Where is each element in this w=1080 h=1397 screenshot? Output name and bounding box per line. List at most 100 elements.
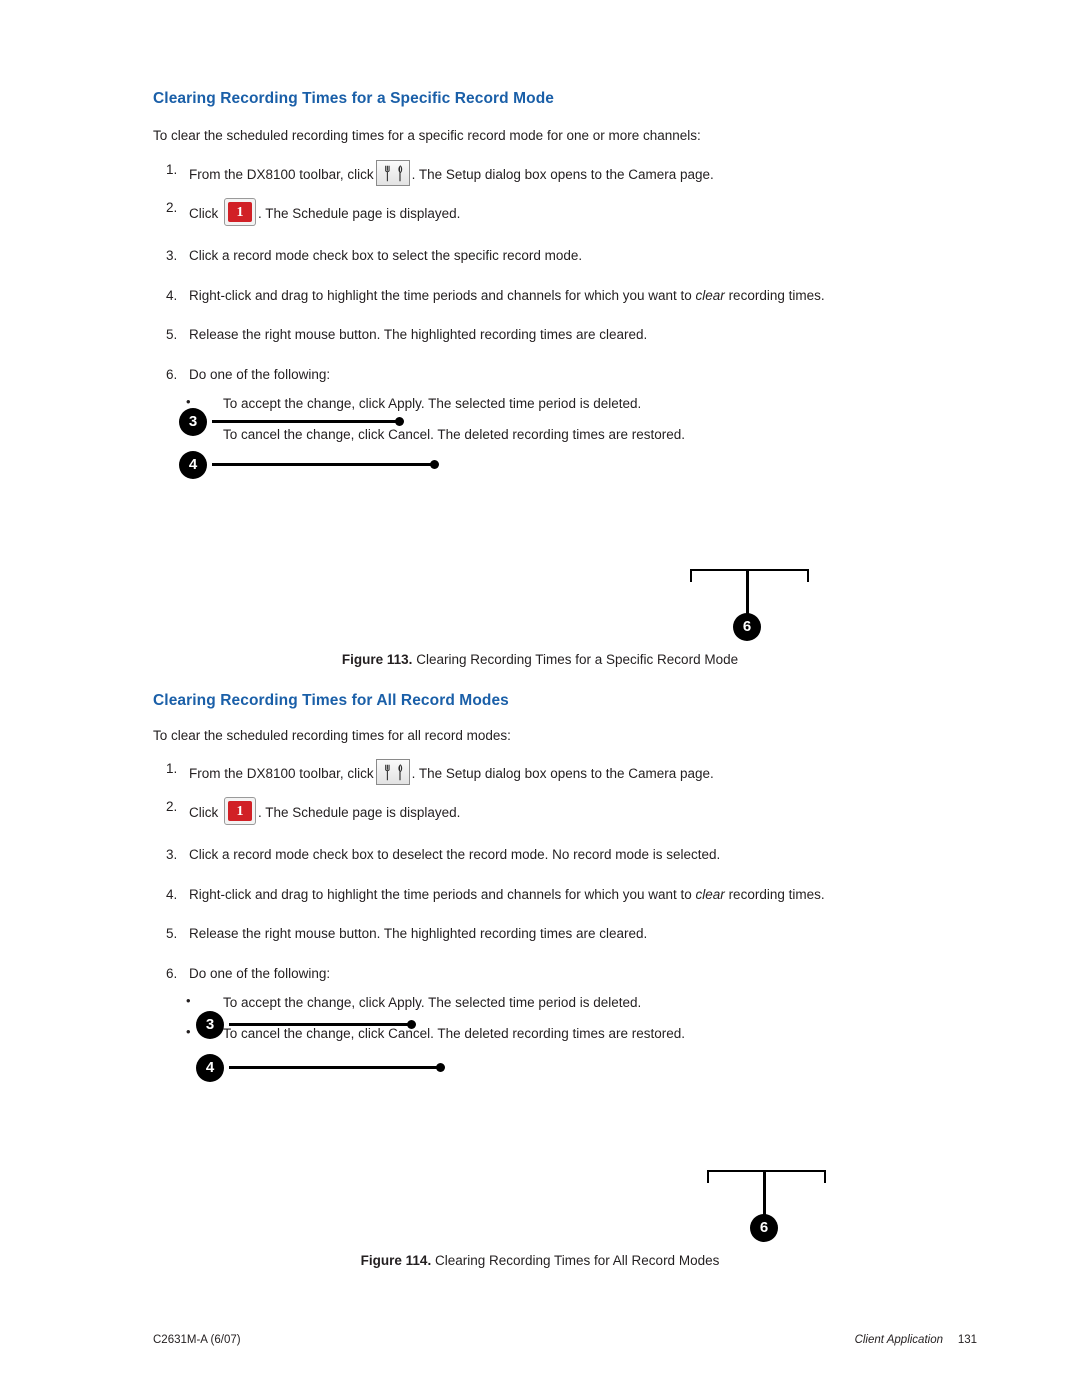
step-item: 5. Release the right mouse button. The h… — [153, 924, 943, 944]
callout-6-fig113: 6 — [733, 613, 761, 641]
section-2-steps: 1. From the DX8100 toolbar, click . The S… — [153, 759, 943, 1054]
leader-line-3-fig113 — [212, 420, 402, 423]
intro-text-1: To clear the scheduled recording times f… — [153, 128, 701, 143]
step-item: 6. Do one of the following: — [153, 365, 943, 385]
step-number: 3. — [166, 847, 178, 862]
step-text: Click — [189, 805, 219, 820]
callout-4-fig114: 4 — [196, 1054, 224, 1082]
step-number: 2. — [166, 799, 178, 814]
bracket-stem-6-fig113 — [746, 571, 749, 616]
step-text-post: . The Schedule page is displayed. — [258, 805, 461, 820]
leader-line-4-fig113 — [212, 463, 437, 466]
figure-caption-text-113: Clearing Recording Times for a Specific … — [416, 652, 739, 667]
leader-dot-4-fig113 — [430, 460, 439, 469]
sub-list-item: • To accept the change, click Apply. The… — [153, 993, 943, 1013]
step-item: 2. Click 1 . The Schedule page is display… — [153, 198, 943, 226]
figure-caption-text-114: Clearing Recording Times for All Record … — [434, 1253, 720, 1268]
step-text-emphasis: clear — [695, 886, 725, 902]
step-number: 6. — [166, 366, 178, 382]
section-2: Clearing Recording Times for All Record … — [153, 692, 943, 710]
sub-list-item: • To accept the change, click Apply. The… — [153, 394, 943, 414]
leader-line-4-fig114 — [229, 1066, 443, 1069]
step-item: 3. Click a record mode check box to dese… — [153, 845, 943, 865]
figure-caption-114: Figure 114. Clearing Recording Times for… — [0, 1253, 1080, 1268]
step-list-2: 1. From the DX8100 toolbar, click . The S… — [153, 759, 943, 983]
fork-glyph — [384, 764, 390, 781]
step-text: From the DX8100 toolbar, click — [189, 766, 374, 781]
section-1: Clearing Recording Times for a Specific … — [153, 90, 943, 108]
schedule-icon[interactable]: 1 — [224, 198, 257, 226]
step-number: 6. — [166, 965, 178, 981]
step-text: From the DX8100 toolbar, click — [189, 167, 374, 182]
callout-6-fig114: 6 — [750, 1214, 778, 1242]
toolbar-icon[interactable] — [375, 759, 410, 785]
step-number: 5. — [166, 926, 178, 942]
step-item: 2. Click 1 . The Schedule page is display… — [153, 797, 943, 825]
step-text: Click a record mode check box to deselec… — [189, 847, 721, 862]
page-title-2: Clearing Recording Times for All Record … — [153, 692, 509, 709]
document-page: Clearing Recording Times for a Specific … — [0, 0, 1080, 1397]
step-text: Click a record mode check box to select … — [189, 248, 583, 263]
figure-label-113: Figure 113. — [341, 652, 413, 667]
section-1-steps: 1. From the DX8100 toolbar, click . The S… — [153, 160, 943, 455]
step-text: Click — [189, 206, 219, 221]
step-text: Right-click and drag to highlight the ti… — [189, 886, 696, 902]
knife-glyph — [398, 764, 402, 781]
section-1-intro-wrap: To clear the scheduled recording times f… — [153, 128, 943, 143]
sub-list-item: • To cancel the change, click Cancel. Th… — [153, 1024, 943, 1044]
step-item: 1. From the DX8100 toolbar, click . The S… — [153, 160, 943, 186]
knife-glyph — [398, 165, 402, 182]
bullet-glyph: • — [186, 1023, 191, 1039]
step-number: 2. — [166, 200, 178, 215]
step-text-post: recording times. — [724, 886, 825, 902]
leader-line-3-fig114 — [229, 1023, 414, 1026]
step-text-post: . The Schedule page is displayed. — [258, 206, 461, 221]
step-item: 5. Release the right mouse button. The h… — [153, 325, 943, 345]
step-text-emphasis: clear — [695, 287, 725, 303]
step-number: 1. — [166, 761, 178, 776]
step-text-post: . The Setup dialog box opens to the Came… — [411, 167, 714, 182]
sub-list-text: To cancel the change, click Cancel. The … — [223, 1025, 685, 1041]
sub-list-2: • To accept the change, click Apply. The… — [153, 993, 943, 1043]
step-item: 4. Right-click and drag to highlight the… — [153, 286, 943, 306]
sub-list-text: To cancel the change, click Cancel. The … — [223, 426, 685, 442]
step-text-post: . The Setup dialog box opens to the Came… — [411, 766, 714, 781]
step-item: 3. Click a record mode check box to sele… — [153, 246, 943, 266]
step-text: Do one of the following: — [189, 965, 331, 981]
figure-caption-113: Figure 113. Clearing Recording Times for… — [0, 652, 1080, 667]
page-title-1: Clearing Recording Times for a Specific … — [153, 90, 555, 107]
callout-3-fig113: 3 — [179, 408, 207, 436]
bracket-6-fig114 — [707, 1170, 826, 1183]
sub-list-text: To accept the change, click Apply. The s… — [223, 995, 642, 1011]
footer-page-number: 131 — [957, 1334, 977, 1346]
callout-3-fig114: 3 — [196, 1011, 224, 1039]
step-text-post: recording times. — [724, 287, 825, 303]
toolbar-icon[interactable] — [375, 160, 410, 186]
step-item: 1. From the DX8100 toolbar, click . The S… — [153, 759, 943, 785]
footer-section: Client Application — [854, 1334, 943, 1346]
icon-number-1: 1 — [236, 804, 244, 819]
intro-text-2: To clear the scheduled recording times f… — [153, 728, 511, 743]
step-text: Release the right mouse button. The high… — [189, 327, 648, 343]
leader-dot-4-fig114 — [436, 1063, 445, 1072]
bracket-6-fig113 — [690, 569, 809, 582]
leader-dot-3-fig114 — [407, 1020, 416, 1029]
figure-label-114: Figure 114. — [360, 1253, 432, 1268]
step-number: 1. — [166, 162, 178, 177]
step-number: 4. — [166, 886, 178, 902]
fork-glyph — [384, 165, 390, 182]
step-item: 6. Do one of the following: — [153, 964, 943, 984]
step-list-1: 1. From the DX8100 toolbar, click . The S… — [153, 160, 943, 384]
section-2-intro-wrap: To clear the scheduled recording times f… — [153, 728, 943, 743]
schedule-icon[interactable]: 1 — [224, 797, 257, 825]
callout-4-fig113: 4 — [179, 451, 207, 479]
bracket-stem-6-fig114 — [763, 1172, 766, 1217]
step-item: 4. Right-click and drag to highlight the… — [153, 885, 943, 905]
step-number: 3. — [166, 248, 178, 263]
sub-list-item: • To cancel the change, click Cancel. Th… — [153, 425, 943, 445]
sub-list-text: To accept the change, click Apply. The s… — [223, 396, 642, 412]
step-text: Right-click and drag to highlight the ti… — [189, 287, 696, 303]
step-text: Release the right mouse button. The high… — [189, 926, 648, 942]
leader-dot-3-fig113 — [395, 417, 404, 426]
footer-doc-id: C2631M-A (6/07) — [153, 1334, 241, 1346]
